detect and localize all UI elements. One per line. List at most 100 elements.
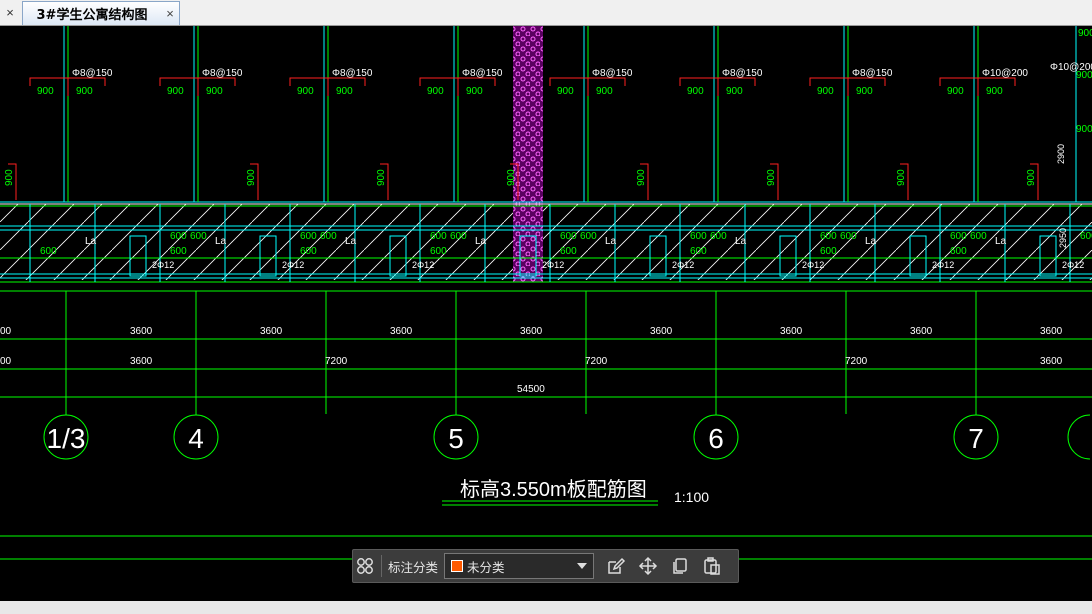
color-swatch [451,560,464,572]
slab-label: 600 [430,231,447,242]
annotation-toolbar: 标注分类 未分类 [352,549,739,583]
drawing-canvas[interactable]: Φ8@150 Φ8@150 Φ8@150 Φ8@150 Φ8@150 Φ8@150 Φ8@1… [0,26,1092,601]
slab-label: 600 [190,231,207,242]
rebar-label: Φ8@150 [722,68,763,79]
bar-label: 2Φ12 [152,260,174,270]
right-dim: 2950 [1058,228,1068,248]
copy-icon[interactable] [668,554,692,578]
bar-label: 2Φ12 [282,260,304,270]
la-label: La [85,236,97,247]
slab-label: 600 [950,231,967,242]
spacing-label: 900 [206,86,223,97]
side-spacing-label: 900 [376,169,387,186]
dim-label-row2: 7200 [325,356,348,367]
axis-number: 7 [968,423,984,454]
spacing-label: 900 [297,86,314,97]
slab-label: 600 [170,246,187,257]
slab-label: 600 [820,246,837,257]
dim-label-row1: 3600 [260,326,283,337]
spacing-label: 900 [986,86,1003,97]
side-spacing-label: 900 [766,169,777,186]
axis-bubble [1067,414,1091,460]
slab-label: 600 [40,246,57,257]
la-label: La [345,236,357,247]
spacing-label: 900 [1076,124,1092,135]
dim-label-row2: 00 [0,356,12,367]
rebar-label: Φ8@150 [852,68,893,79]
slab-label: 600 [820,231,837,242]
paste-icon[interactable] [700,554,724,578]
bar-label: 2Φ12 [1062,260,1084,270]
dim-label-row2: 7200 [845,356,868,367]
tab-close-icon[interactable]: × [161,6,179,21]
side-spacing-label: 900 [896,169,907,186]
slab-label: 600 [580,231,597,242]
dim-label-row1: 3600 [1040,326,1063,337]
slab-label: 600 [1080,231,1092,242]
axis-number: 6 [708,423,724,454]
axis-number: 1/3 [47,423,86,454]
spacing-label: 900 [1078,28,1092,39]
edit-icon[interactable] [604,554,628,578]
spacing-label: 900 [427,86,444,97]
slab-label: 600 [950,246,967,257]
bar-label: 2Φ12 [672,260,694,270]
side-spacing-label: 900 [636,169,647,186]
spacing-label: 900 [726,86,743,97]
side-spacing-label: 900 [4,169,15,186]
slab-label: 600 [840,231,857,242]
rebar-label: Φ8@150 [592,68,633,79]
rebar-label: Φ8@150 [72,68,113,79]
side-spacing-label: 900 [506,169,517,186]
grid-icon[interactable] [353,554,377,578]
bar-label: 2Φ12 [412,260,434,270]
tab-drawing[interactable]: 3#学生公寓结构图 × [22,1,180,25]
dim-label-row1: 3600 [650,326,673,337]
axis-number: 5 [448,423,464,454]
spacing-label: 900 [557,86,574,97]
slab-label: 600 [970,231,987,242]
dim-total-label: 54500 [517,384,545,395]
la-label: La [215,236,227,247]
rebar-label: Φ8@150 [462,68,503,79]
la-label: La [865,236,877,247]
spacing-label: 900 [596,86,613,97]
spacing-label: 900 [817,86,834,97]
la-label: La [735,236,747,247]
la-label: La [995,236,1007,247]
spacing-label: 900 [76,86,93,97]
spacing-label: 900 [466,86,483,97]
spacing-label: 900 [856,86,873,97]
slab-label: 600 [300,231,317,242]
spacing-label: 900 [947,86,964,97]
spacing-label: 900 [687,86,704,97]
toolbar-divider [381,555,382,577]
rebar-label: Φ8@150 [332,68,373,79]
dim-label-row1: 3600 [780,326,803,337]
move-icon[interactable] [636,554,660,578]
chevron-down-icon [577,563,588,569]
dim-label-row2: 3600 [130,356,153,367]
slab-label: 600 [710,231,727,242]
category-select[interactable]: 未分类 [444,553,595,579]
axis-number: 4 [188,423,204,454]
slab-label: 600 [450,231,467,242]
slab-label: 600 [560,246,577,257]
slab-label: 600 [690,231,707,242]
dim-label-row2: 3600 [1040,356,1063,367]
close-panel-icon[interactable]: × [0,0,20,25]
status-bar [0,601,1092,614]
dim-label-row1: 3600 [910,326,933,337]
drawing-title: 标高3.550m板配筋图 [460,478,647,501]
drawing-scale: 1:100 [674,489,709,505]
tab-bar: × 3#学生公寓结构图 × [0,0,1092,26]
bar-label: 2Φ12 [932,260,954,270]
slab-label: 600 [300,246,317,257]
side-spacing-label: 900 [1026,169,1037,186]
slab-label: 600 [170,231,187,242]
bar-label: 2Φ12 [542,260,564,270]
slab-label: 600 [560,231,577,242]
la-label: La [605,236,617,247]
dim-label-row1: 3600 [130,326,153,337]
spacing-label: 900 [1076,70,1092,81]
